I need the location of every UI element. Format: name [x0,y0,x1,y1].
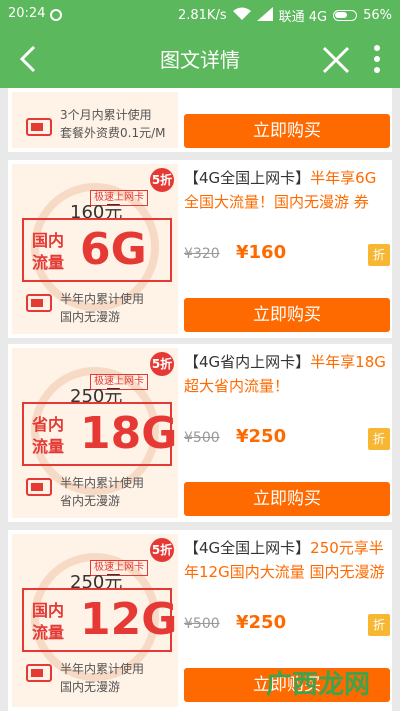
data-amount: 6G [80,224,147,275]
region-label: 国内 流量 [32,600,68,644]
close-icon[interactable] [320,44,352,76]
title-tag: 【4G全国上网卡】 [184,539,311,557]
product-note: 半年内累计使用 国内无漫游 [60,660,144,696]
signal-icon [256,6,273,25]
status-bar: 20:24 2.81K/s 联通 4G 56% [0,0,400,30]
buy-button[interactable]: 立即购买 [184,482,390,516]
network-speed: 2.81K/s [177,8,227,23]
title-tag: 【4G省内上网卡】 [184,353,311,371]
product-card-partial: 3个月内累计使用 套餐外资费0.1元/M 立即购买 [8,88,392,152]
product-thumb: 3个月内累计使用 套餐外资费0.1元/M [12,92,178,148]
region-line: 流量 [32,623,65,642]
discount-icon: 折 [368,614,390,636]
product-title[interactable]: 【4G全国上网卡】250元享半年12G国内大流量 国内无漫游 [184,536,388,584]
status-right: 2.81K/s 联通 4G 56% [178,6,392,25]
sim-card-icon [26,664,52,682]
original-price: ¥500 [184,430,220,446]
product-thumb: 5折 极速上网卡 250元 国内 流量 12G 半年内累计使用 国内无漫游 [12,534,178,707]
product-note: 半年内累计使用 国内无漫游 [60,290,144,326]
product-thumb: 5折 极速上网卡 250元 省内 流量 18G 半年内累计使用 省内无漫游 [12,348,178,518]
buy-button[interactable]: 立即购买 [184,298,390,332]
region-line: 流量 [32,437,65,456]
original-price: ¥320 [184,246,220,262]
discount-badge: 5折 [150,168,174,192]
sim-card-icon [26,478,52,496]
note-line: 半年内累计使用 [60,476,145,490]
carrier-label: 联通 4G [278,10,328,25]
title-tag: 【4G全国上网卡】 [184,169,311,187]
note-line: 省内无漫游 [60,494,121,508]
sale-price: ¥160 [236,242,287,263]
region-line: 国内 [32,601,65,620]
product-card[interactable]: 5折 极速上网卡 250元 省内 流量 18G 半年内累计使用 省内无漫游 【4… [8,344,392,522]
region-line: 流量 [32,253,65,272]
more-icon[interactable] [366,42,388,76]
site-watermark: 广西龙网 [266,670,371,700]
buy-button[interactable]: 立即购买 [184,114,390,148]
product-title[interactable]: 【4G全国上网卡】半年享6G全国大流量！国内无漫游 券 [184,166,388,214]
note-line: 套餐外资费0.1元/M [60,126,166,140]
notification-icon [50,9,62,21]
note-line: 半年内累计使用 [60,662,145,676]
note-line: 3个月内累计使用 [60,108,152,122]
sim-card-icon [26,294,52,312]
nav-bar: 图文详情 [0,30,400,88]
sale-price: ¥250 [236,426,287,447]
region-label: 省内 流量 [32,414,68,458]
battery-icon [333,10,358,21]
product-thumb: 5折 极速上网卡 160元 国内 流量 6G 半年内累计使用 国内无漫游 [12,164,178,334]
data-box: 国内 流量 12G [22,588,177,652]
note-line: 国内无漫游 [60,680,121,694]
discount-badge: 5折 [150,352,174,376]
discount-icon: 折 [368,428,390,450]
note-line: 国内无漫游 [60,310,121,324]
data-amount: 12G [80,594,178,645]
product-note: 3个月内累计使用 套餐外资费0.1元/M [60,106,165,142]
region-line: 省内 [32,415,65,434]
product-note: 半年内累计使用 省内无漫游 [60,474,144,510]
note-line: 半年内累计使用 [60,292,145,306]
sim-card-icon [26,118,52,136]
discount-badge: 5折 [150,538,174,562]
product-card[interactable]: 5折 极速上网卡 160元 国内 流量 6G 半年内累计使用 国内无漫游 【4G… [8,160,392,338]
region-line: 国内 [32,231,65,250]
wifi-icon [232,7,251,25]
data-box: 国内 流量 6G [22,218,172,282]
sale-price: ¥250 [236,612,287,633]
data-amount: 18G [80,408,178,459]
status-time: 20:24 [8,6,46,21]
battery-percent: 56% [363,8,392,23]
product-title[interactable]: 【4G省内上网卡】半年享18G超大省内流量！ [184,350,388,398]
discount-icon: 折 [368,244,390,266]
original-price: ¥500 [184,616,220,632]
region-label: 国内 流量 [32,230,68,274]
data-box: 省内 流量 18G [22,402,177,466]
